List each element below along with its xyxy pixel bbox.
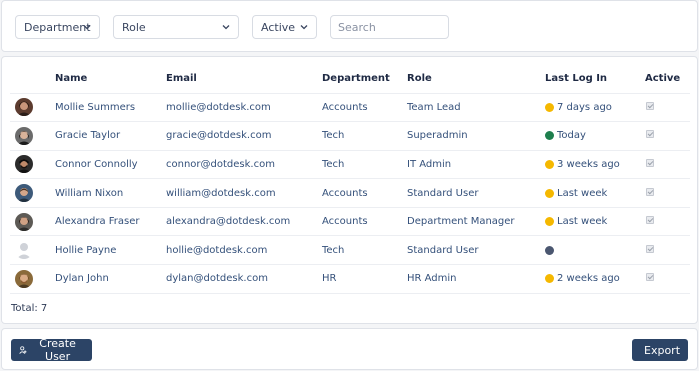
status-dot-icon (545, 274, 554, 284)
row-last-login: 7 days ago (557, 101, 612, 113)
avatar (15, 98, 33, 117)
row-email: william@dotdesk.com (166, 178, 322, 208)
create-user-button[interactable]: Create User (11, 337, 92, 363)
table-row[interactable]: William Nixon william@dotdesk.com Accoun… (10, 178, 690, 208)
export-button[interactable]: Export (632, 339, 688, 361)
department-filter-label: Department (24, 20, 91, 34)
table-row[interactable]: Gracie Taylor gracie@dotdesk.com Tech Su… (10, 121, 690, 151)
row-last-login: Last week (557, 187, 608, 199)
row-email: alexandra@dotdesk.com (166, 206, 322, 236)
users-table-panel: Name Email Department Role Last Log In A… (1, 56, 698, 324)
row-name[interactable]: Dylan John (55, 264, 166, 294)
row-department: Accounts (322, 178, 407, 208)
active-checkbox[interactable] (646, 101, 654, 110)
role-filter[interactable]: Role (113, 15, 239, 39)
row-name[interactable]: Gracie Taylor (55, 121, 166, 151)
row-email: gracie@dotdesk.com (166, 121, 322, 151)
table-row[interactable]: Connor Connolly connor@dotdesk.com Tech … (10, 149, 690, 179)
row-role: Standard User (407, 235, 545, 265)
row-email: hollie@dotdesk.com (166, 235, 322, 265)
row-role: Superadmin (407, 121, 545, 151)
status-dot-icon (545, 131, 554, 141)
active-checkbox[interactable] (646, 273, 654, 282)
users-table: Name Email Department Role Last Log In A… (10, 65, 690, 294)
table-row[interactable]: Mollie Summers mollie@dotdesk.com Accoun… (10, 92, 690, 122)
footer-bar: Create User Export (1, 328, 698, 370)
status-dot-icon (545, 159, 554, 169)
row-email: dylan@dotdesk.com (166, 264, 322, 294)
row-role: Department Manager (407, 206, 545, 236)
row-last-login: Today (557, 130, 586, 142)
header-role[interactable]: Role (407, 65, 545, 93)
avatar (15, 269, 33, 288)
row-department: Tech (322, 235, 407, 265)
chevron-down-icon (222, 25, 230, 30)
row-last-login: Last week (557, 216, 608, 228)
row-last-login: 3 weeks ago (557, 158, 620, 170)
header-department[interactable]: Department (322, 65, 407, 93)
table-row[interactable]: Dylan John dylan@dotdesk.com HR HR Admin… (10, 264, 690, 294)
row-email: mollie@dotdesk.com (166, 92, 322, 122)
avatar (15, 155, 33, 174)
avatar (15, 212, 33, 231)
row-department: Accounts (322, 92, 407, 122)
row-email: connor@dotdesk.com (166, 149, 322, 179)
row-name[interactable]: Alexandra Fraser (55, 206, 166, 236)
active-checkbox[interactable] (646, 244, 654, 253)
row-name[interactable]: William Nixon (55, 178, 166, 208)
header-last-login[interactable]: Last Log In (545, 65, 645, 93)
search-input[interactable] (330, 15, 449, 39)
header-active[interactable]: Active (645, 65, 690, 93)
department-filter[interactable]: Department (15, 15, 100, 39)
active-filter[interactable]: Active (252, 15, 317, 39)
row-role: Team Lead (407, 92, 545, 122)
avatar-placeholder-icon (15, 241, 33, 260)
chevron-down-icon (83, 25, 91, 30)
total-count: Total: 7 (11, 303, 48, 314)
active-checkbox[interactable] (646, 158, 654, 167)
status-dot-icon (545, 217, 554, 227)
header-name[interactable]: Name (55, 65, 166, 93)
status-dot-icon (545, 245, 554, 255)
header-email[interactable]: Email (166, 65, 322, 93)
row-role: Standard User (407, 178, 545, 208)
export-label: Export (644, 343, 681, 357)
active-filter-label: Active (261, 20, 296, 34)
row-name[interactable]: Mollie Summers (55, 92, 166, 122)
status-dot-icon (545, 102, 554, 112)
chevron-down-icon (300, 25, 308, 30)
status-dot-icon (545, 188, 554, 198)
create-user-label: Create User (39, 337, 76, 363)
filter-bar: Department Role Active (1, 0, 698, 52)
active-checkbox[interactable] (646, 130, 654, 139)
row-role: IT Admin (407, 149, 545, 179)
row-department: HR (322, 264, 407, 294)
active-checkbox[interactable] (646, 187, 654, 196)
row-name[interactable]: Connor Connolly (55, 149, 166, 179)
row-role: HR Admin (407, 264, 545, 294)
avatar (15, 126, 33, 145)
row-department: Tech (322, 121, 407, 151)
header-avatar (10, 65, 55, 93)
table-row[interactable]: Hollie Payne hollie@dotdesk.com Tech Sta… (10, 235, 690, 265)
active-checkbox[interactable] (646, 216, 654, 225)
row-name[interactable]: Hollie Payne (55, 235, 166, 265)
table-header-row: Name Email Department Role Last Log In A… (10, 65, 690, 93)
row-department: Accounts (322, 206, 407, 236)
avatar (15, 184, 33, 203)
row-last-login: 2 weeks ago (557, 273, 620, 285)
row-department: Tech (322, 149, 407, 179)
add-user-icon (19, 346, 27, 354)
table-row[interactable]: Alexandra Fraser alexandra@dotdesk.com A… (10, 206, 690, 236)
role-filter-label: Role (122, 20, 146, 34)
